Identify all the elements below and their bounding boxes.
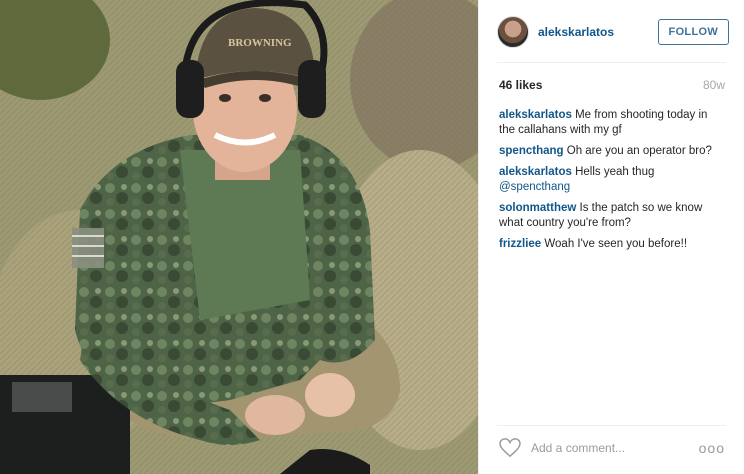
post-sidebar: alekskarlatos FOLLOW 46 likes 80w aleksk…: [478, 0, 744, 474]
post-photo[interactable]: BROWNING: [0, 0, 478, 474]
likes-count[interactable]: 46 likes: [499, 78, 542, 92]
comment-text: Hells yeah thug: [575, 166, 655, 178]
post-header: alekskarlatos FOLLOW: [497, 14, 729, 50]
comments-list: alekskarlatos Me from shooting today in …: [499, 108, 725, 258]
photo-illustration: BROWNING: [0, 0, 478, 474]
comment-username[interactable]: spencthang: [499, 145, 564, 157]
comment-item: frizzliee Woah I've seen you before!!: [499, 237, 725, 252]
follow-button[interactable]: FOLLOW: [657, 19, 729, 45]
comment-username[interactable]: alekskarlatos: [499, 166, 572, 178]
heart-icon[interactable]: [499, 438, 521, 458]
header-divider: [497, 62, 726, 63]
comment-username[interactable]: alekskarlatos: [499, 109, 572, 121]
post-footer: Add a comment... ooo: [499, 438, 725, 458]
avatar[interactable]: [497, 16, 529, 48]
comment-username[interactable]: solonmatthew: [499, 202, 576, 214]
likes-row: 46 likes 80w: [499, 78, 725, 92]
comment-text: Woah I've seen you before!!: [544, 238, 688, 250]
comment-item: alekskarlatos Hells yeah thug @spencthan…: [499, 165, 725, 195]
comment-item: alekskarlatos Me from shooting today in …: [499, 108, 725, 138]
cap-logo: BROWNING: [228, 37, 292, 49]
comment-text: Oh are you an operator bro?: [566, 145, 712, 157]
comment-username[interactable]: frizzliee: [499, 238, 541, 250]
footer-divider: [497, 425, 726, 426]
more-options-icon[interactable]: ooo: [699, 440, 725, 456]
comment-mention[interactable]: @spencthang: [499, 181, 570, 193]
post-age[interactable]: 80w: [703, 78, 725, 92]
add-comment-input[interactable]: Add a comment...: [531, 441, 625, 455]
comment-item: spencthang Oh are you an operator bro?: [499, 144, 725, 159]
comment-item: solonmatthew Is the patch so we know wha…: [499, 201, 725, 231]
author-username[interactable]: alekskarlatos: [538, 25, 614, 39]
